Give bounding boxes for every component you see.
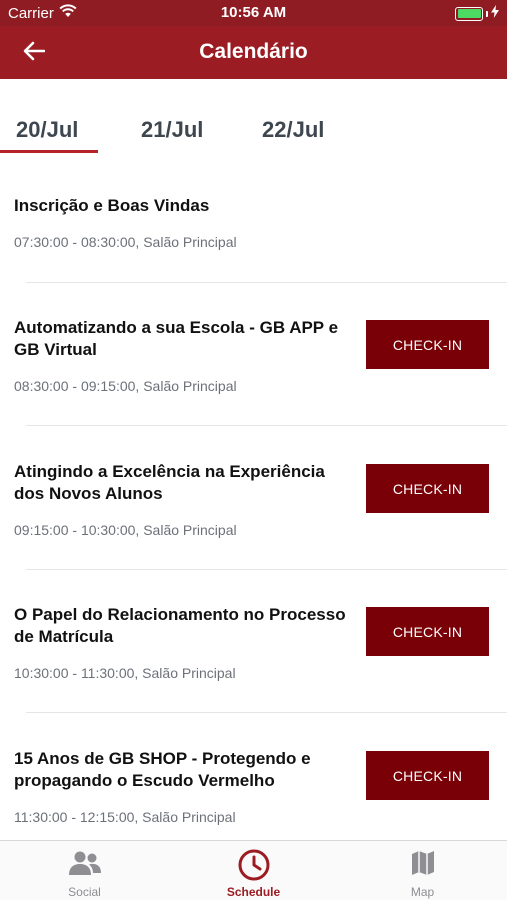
tabbar-item-map[interactable]: Map [338, 841, 507, 900]
session-title: 15 Anos de GB SHOP - Protegendo e propag… [14, 749, 311, 790]
check-in-button[interactable]: CHECK-IN [366, 464, 489, 513]
session-item[interactable]: Automatizando a sua Escola - GB APP e GB… [0, 283, 507, 426]
tabbar-item-schedule[interactable]: Schedule [169, 841, 338, 900]
session-meta: 10:30:00 - 11:30:00, Salão Principal [14, 665, 236, 681]
check-in-button[interactable]: CHECK-IN [366, 751, 489, 800]
date-tabs: 20/Jul 21/Jul 22/Jul [0, 103, 507, 153]
sessions-list[interactable]: Inscrição e Boas Vindas 07:30:00 - 08:30… [0, 165, 507, 840]
session-meta: 11:30:00 - 12:15:00, Salão Principal [14, 809, 236, 825]
tab-20-jul[interactable]: 20/Jul [16, 117, 78, 143]
status-bar: Carrier 10:56 AM [0, 0, 507, 26]
tab-21-jul[interactable]: 21/Jul [141, 117, 203, 143]
divider [26, 712, 507, 713]
session-title: Inscrição e Boas Vindas [14, 196, 210, 215]
session-meta: 08:30:00 - 09:15:00, Salão Principal [14, 378, 237, 394]
divider [26, 425, 507, 426]
check-in-button[interactable]: CHECK-IN [366, 320, 489, 369]
status-right [455, 5, 499, 22]
session-meta: 07:30:00 - 08:30:00, Salão Principal [14, 234, 237, 250]
page-title: Calendário [199, 40, 308, 63]
session-item[interactable]: O Papel do Relacionamento no Processo de… [0, 570, 507, 713]
session-item[interactable]: 15 Anos de GB SHOP - Protegendo e propag… [0, 714, 507, 840]
status-time: 10:56 AM [220, 4, 287, 21]
tabbar-item-social[interactable]: Social [0, 841, 169, 900]
session-title: Atingindo a Excelência na Experiência do… [14, 462, 325, 503]
tabbar-label-social: Social [68, 885, 101, 899]
battery-nub [486, 10, 488, 17]
check-in-button[interactable]: CHECK-IN [366, 607, 489, 656]
charging-bolt-icon [491, 5, 499, 22]
people-icon [0, 849, 169, 879]
tab-22-jul[interactable]: 22/Jul [262, 117, 324, 143]
battery-icon [455, 6, 483, 21]
tabbar-label-schedule: Schedule [226, 885, 281, 899]
tabbar-label-map: Map [410, 885, 435, 899]
tab-selected-indicator [0, 150, 98, 153]
session-item[interactable]: Atingindo a Excelência na Experiência do… [0, 427, 507, 570]
map-icon [338, 849, 507, 879]
nav-bar: Calendário [0, 26, 507, 79]
clock-icon [169, 849, 338, 881]
session-title: Automatizando a sua Escola - GB APP e GB… [14, 318, 339, 359]
session-title: O Papel do Relacionamento no Processo de… [14, 605, 346, 646]
session-meta: 09:15:00 - 10:30:00, Salão Principal [14, 522, 237, 538]
bottom-tab-bar: Social Schedule Map [0, 840, 507, 900]
